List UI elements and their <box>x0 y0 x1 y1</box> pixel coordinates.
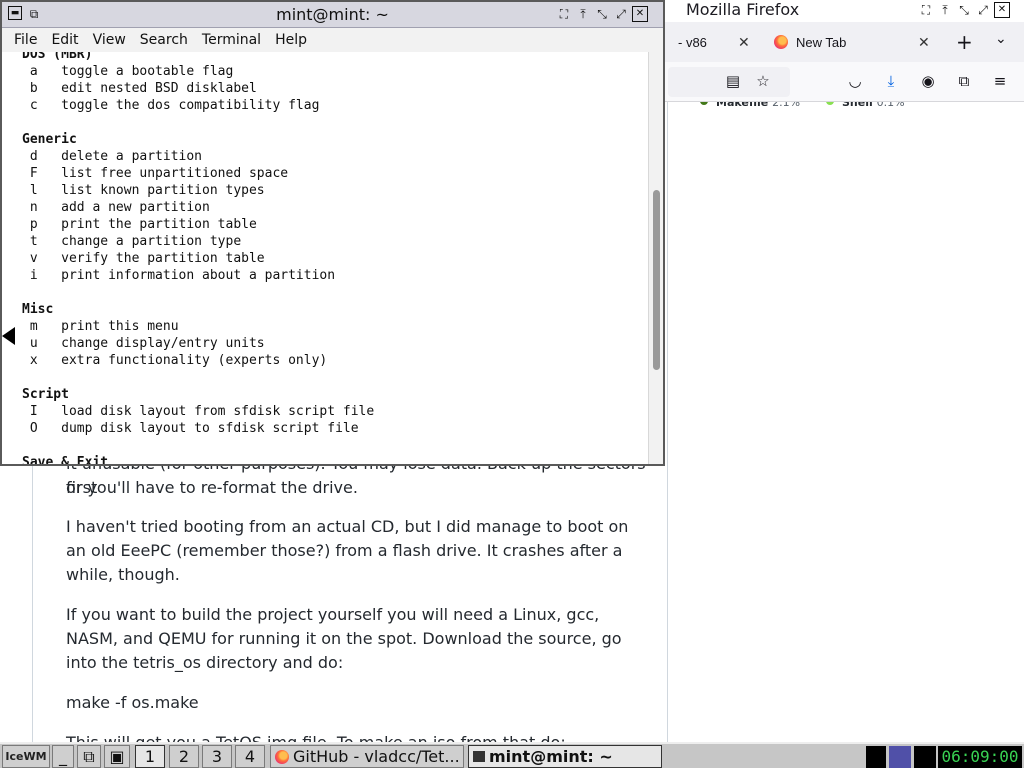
memory-monitor[interactable] <box>914 746 936 768</box>
tab-close-icon[interactable]: ✕ <box>918 34 930 51</box>
terminal-line: v verify the partition table <box>22 251 265 266</box>
terminal-line: O dump disk layout to sfdisk script file <box>22 421 359 436</box>
reader-view-icon[interactable]: ▤ <box>724 72 742 90</box>
task-label: mint@mint: ~ <box>489 747 613 766</box>
terminal-section-header: Save & Exit <box>22 455 109 464</box>
taskbar-task-firefox[interactable]: GitHub - vladcc/Tet... <box>270 745 464 768</box>
new-tab-button[interactable]: + <box>956 31 973 53</box>
tab-label: - v86 <box>678 34 707 50</box>
terminal-line: x extra functionality (experts only) <box>22 353 328 368</box>
menu-terminal[interactable]: Terminal <box>202 32 261 48</box>
list-all-tabs-button[interactable]: ⌄ <box>995 31 1007 47</box>
terminal-line: l list known partition types <box>22 183 265 198</box>
minimize-icon[interactable]: ⤡ <box>594 6 610 22</box>
article-paragraph: I haven't tried booting from an actual C… <box>66 517 629 584</box>
tab-label: New Tab <box>796 34 847 50</box>
terminal-line: a toggle a bootable flag <box>22 64 234 79</box>
terminal-section-header: DOS (MBR) <box>22 52 93 62</box>
workspace-2[interactable]: 2 <box>169 745 199 768</box>
menu-edit[interactable]: Edit <box>51 32 78 48</box>
firefox-icon <box>774 35 788 49</box>
terminal-window: ▬ ⧉ mint@mint: ~ ⛶ ⤒ ⤡ ⤢ ✕ File Edit Vie… <box>0 0 665 466</box>
firefox-navbar: ▤ ☆ ◡ ⤓ ◉ ⧉ ≡ <box>664 62 1024 102</box>
workspace-1[interactable]: 1 <box>135 745 165 768</box>
terminal-section-header: Misc <box>22 302 54 317</box>
terminal-line: I load disk layout from sfdisk script fi… <box>22 404 375 419</box>
terminal-titlebar[interactable]: ▬ ⧉ mint@mint: ~ ⛶ ⤒ ⤡ ⤢ ✕ <box>2 2 663 28</box>
article-paragraph: If you want to build the project yoursel… <box>66 605 622 672</box>
menu-file[interactable]: File <box>14 32 37 48</box>
terminal-line: c toggle the dos compatibility flag <box>22 98 320 113</box>
workspace-3[interactable]: 3 <box>202 745 232 768</box>
clock[interactable]: 06:09:00 <box>938 746 1022 768</box>
terminal-line: i print information about a partition <box>22 268 336 283</box>
workspace-4[interactable]: 4 <box>235 745 265 768</box>
show-desktop-button[interactable]: _ <box>52 745 74 768</box>
terminal-section-header: Generic <box>22 132 77 147</box>
tab-new-tab[interactable]: New Tab ✕ <box>764 26 940 58</box>
terminal-scrollbar[interactable] <box>648 52 663 464</box>
menu-view[interactable]: View <box>93 32 126 48</box>
terminal-output[interactable]: DOS (MBR) a toggle a bootable flag b edi… <box>2 52 648 464</box>
terminal-line: b edit nested BSD disklabel <box>22 81 257 96</box>
window-list-icon[interactable]: ⧉ <box>77 745 101 768</box>
terminal-icon <box>473 751 485 762</box>
terminal-line: n add a new partition <box>22 200 210 215</box>
close-icon[interactable]: ✕ <box>632 6 648 22</box>
firefox-window-title: Mozilla Firefox <box>686 0 800 19</box>
task-label: GitHub - vladcc/Tet... <box>293 747 460 766</box>
maximize-icon[interactable]: ⤢ <box>613 6 629 22</box>
article-line: or you'll have to re-format the drive. <box>66 478 358 497</box>
rollup-icon[interactable]: ⤒ <box>575 6 591 22</box>
bookmark-star-icon[interactable]: ☆ <box>754 72 772 90</box>
terminal-line: t change a partition type <box>22 234 242 249</box>
start-menu-button[interactable]: IceWM <box>2 745 50 768</box>
menu-help[interactable]: Help <box>275 32 307 48</box>
terminal-line: d delete a partition <box>22 149 203 164</box>
menu-search[interactable]: Search <box>140 32 188 48</box>
tab-close-icon[interactable]: ✕ <box>738 34 750 51</box>
network-monitor[interactable] <box>889 746 911 768</box>
terminal-section-header: Script <box>22 387 69 402</box>
taskbar: IceWM _ ⧉ ▣ 1 2 3 4 GitHub - vladcc/Tet.… <box>0 742 1024 768</box>
maximize-icon[interactable]: ⤢ <box>975 2 991 18</box>
extensions-icon[interactable]: ⧉ <box>955 72 973 90</box>
minimize-icon[interactable]: ⤡ <box>956 2 972 18</box>
terminal-line: F list free unpartitioned space <box>22 166 289 181</box>
url-bar[interactable]: ▤ ☆ <box>668 67 790 97</box>
downloads-icon[interactable]: ⤓ <box>882 72 900 90</box>
terminal-menubar: File Edit View Search Terminal Help <box>2 28 663 52</box>
tab-v86[interactable]: - v86 ✕ <box>664 26 756 58</box>
menu-icon[interactable]: ≡ <box>991 72 1009 90</box>
terminal-line: m print this menu <box>22 319 179 334</box>
terminal-line: p print the partition table <box>22 217 257 232</box>
firefox-icon <box>275 750 289 764</box>
firefox-titlebar[interactable]: Mozilla Firefox ⛶ ⤒ ⤡ ⤢ ✕ <box>664 0 1024 22</box>
close-icon[interactable]: ✕ <box>994 2 1010 18</box>
firefox-tab-strip: - v86 ✕ New Tab ✕ + ⌄ <box>664 22 1024 62</box>
cpu-monitor[interactable] <box>866 746 886 768</box>
article-code-line: make -f os.make <box>66 693 199 712</box>
rollup-icon[interactable]: ⤒ <box>937 2 953 18</box>
maximize-vertical-icon[interactable]: ⛶ <box>918 2 934 18</box>
taskbar-task-terminal[interactable]: mint@mint: ~ <box>468 745 662 768</box>
scrollbar-thumb[interactable] <box>653 190 660 370</box>
pocket-icon[interactable]: ◡ <box>846 72 864 90</box>
terminal-launcher-icon[interactable]: ▣ <box>104 745 130 768</box>
maximize-vertical-icon[interactable]: ⛶ <box>556 6 572 22</box>
account-icon[interactable]: ◉ <box>919 72 937 90</box>
mouse-cursor-icon <box>2 327 15 345</box>
terminal-line: u change display/entry units <box>22 336 265 351</box>
